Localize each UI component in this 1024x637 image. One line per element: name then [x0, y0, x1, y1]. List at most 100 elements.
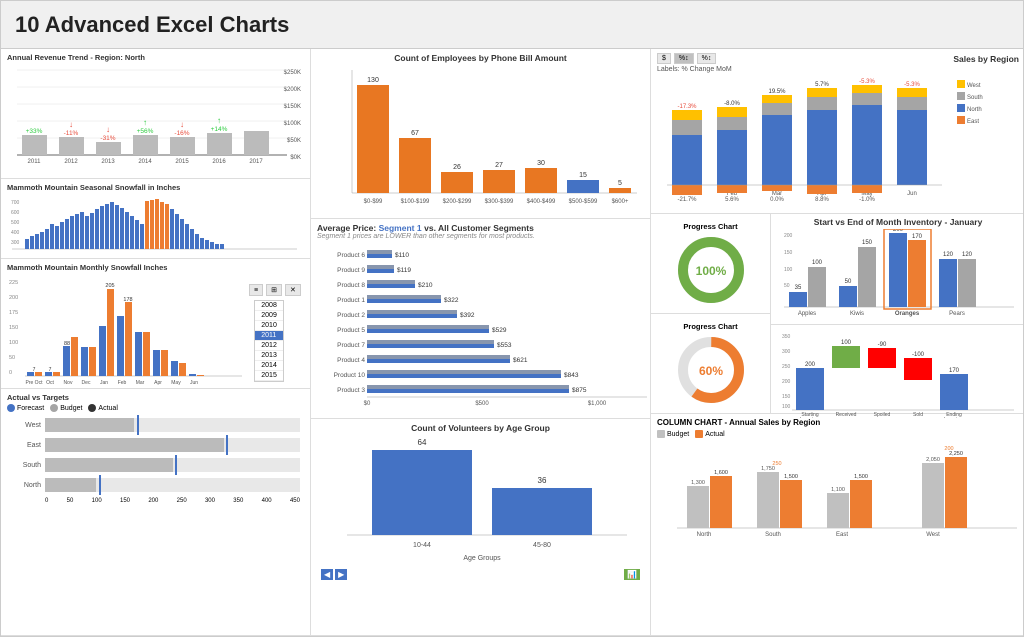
svg-text:$210: $210: [418, 282, 433, 289]
year-2009[interactable]: 2009: [255, 311, 283, 321]
svg-text:200: 200: [782, 379, 791, 385]
avg-price-panel: Average Price: Segment 1 vs. All Custome…: [311, 219, 650, 419]
year-selector[interactable]: ≡ ⊞ ✕ 2008 2009 2010 2011 2012 2013 2014: [249, 284, 302, 298]
year-2010[interactable]: 2010: [255, 321, 283, 331]
svg-text:178: 178: [123, 297, 132, 303]
svg-text:Jun: Jun: [907, 191, 917, 197]
svg-text:50: 50: [845, 279, 852, 285]
snowfall-monthly-svg: 225 200 175 150 100 50 0 Pre Oct: [7, 274, 247, 389]
svg-text:0: 0: [9, 370, 12, 376]
sales-tabs[interactable]: $ %↕ %↕: [657, 53, 717, 64]
year-2015[interactable]: 2015: [255, 371, 283, 381]
svg-text:-31%: -31%: [100, 135, 115, 142]
svg-text:30: 30: [537, 160, 545, 167]
svg-text:$621: $621: [513, 357, 528, 364]
svg-text:2016: 2016: [212, 159, 226, 165]
inventory-svg: 35 100 Apples 50 150 Kiwis: [774, 229, 1022, 319]
svg-text:120: 120: [943, 252, 954, 258]
avg-price-svg: Product 6 $110 Product 9 $119 Product 8 …: [317, 242, 647, 410]
svg-text:-17.3%: -17.3%: [677, 104, 697, 110]
svg-text:$250K: $250K: [284, 70, 301, 76]
svg-text:0.0%: 0.0%: [770, 197, 784, 203]
waterfall-svg: 350 300 250 200 150 100 200 Starting Inv…: [774, 328, 1022, 418]
main-grid: Annual Revenue Trend - Region: North $25…: [1, 49, 1023, 636]
svg-text:300: 300: [11, 240, 20, 246]
percent-tab[interactable]: %↕: [674, 53, 694, 64]
percentmom-tab[interactable]: %↕: [697, 53, 717, 64]
svg-text:↓: ↓: [69, 120, 73, 129]
year-2014[interactable]: 2014: [255, 361, 283, 371]
progress1-title: Progress Chart: [683, 222, 737, 231]
legend-forecast: Forecast: [7, 404, 44, 412]
svg-text:2011: 2011: [28, 159, 42, 165]
budget-dot: [50, 404, 58, 412]
west-bar: [45, 418, 134, 432]
employees-svg: 130 $0-$99 67 $100-$199 26 $200-$299 27 …: [317, 65, 647, 213]
svg-text:50: 50: [9, 355, 15, 361]
svg-text:North: North: [967, 107, 982, 113]
svg-text:-90: -90: [878, 342, 887, 348]
progress1-panel: Progress Chart 100%: [651, 214, 770, 314]
south-forecast: [175, 455, 177, 475]
svg-text:Pears: Pears: [949, 311, 965, 317]
column-chart-panel: COLUMN CHART - Annual Sales by Region Bu…: [651, 414, 1023, 636]
progress2-title: Progress Chart: [683, 322, 737, 331]
hbar-east: East: [11, 438, 300, 452]
year-2013[interactable]: 2013: [255, 351, 283, 361]
svg-text:7: 7: [33, 367, 36, 373]
svg-text:1,300: 1,300: [691, 480, 705, 486]
svg-text:Apples: Apples: [798, 311, 816, 317]
year-list[interactable]: 2008 2009 2010 2011 2012 2013 2014 2015: [254, 300, 284, 382]
snowfall-seasonal-title: Mammoth Mountain Seasonal Snowfall in In…: [7, 183, 304, 192]
svg-text:$200-$299: $200-$299: [443, 199, 472, 205]
actual-label: Actual: [98, 405, 117, 412]
svg-text:2015: 2015: [175, 159, 189, 165]
svg-text:$500-$599: $500-$599: [569, 199, 598, 205]
svg-text:East: East: [967, 119, 979, 125]
nav-prev[interactable]: ◀: [321, 569, 333, 580]
sort-btn[interactable]: ⊞: [266, 284, 282, 296]
svg-text:Product 1: Product 1: [337, 297, 365, 304]
progress2-donut: 60%: [676, 335, 746, 405]
svg-text:5.6%: 5.6%: [725, 197, 739, 203]
clear-btn[interactable]: ✕: [285, 284, 301, 296]
svg-text:1,600: 1,600: [714, 470, 728, 476]
svg-text:500: 500: [11, 220, 20, 226]
actual-targets-title: Actual vs Targets: [7, 393, 304, 402]
dollar-tab[interactable]: $: [657, 53, 671, 64]
hbar-north: North: [11, 478, 300, 492]
snowfall-seasonal-panel: Mammoth Mountain Seasonal Snowfall in In…: [1, 179, 310, 259]
inventory-charts: Start vs End of Month Inventory - Januar…: [771, 214, 1023, 413]
svg-text:60%: 60%: [698, 364, 722, 378]
x400: 400: [262, 498, 272, 504]
west-label: West: [11, 422, 41, 429]
svg-text:$0-$99: $0-$99: [364, 199, 383, 205]
svg-text:64: 64: [418, 438, 427, 447]
svg-text:Product 7: Product 7: [337, 342, 365, 349]
svg-text:100: 100: [9, 340, 18, 346]
south-bar: [45, 458, 173, 472]
snowfall-seasonal-svg: 700 600 500 400 300: [7, 194, 305, 256]
x100: 100: [92, 498, 102, 504]
hbar-west: West: [11, 418, 300, 432]
legend-budget-col: Budget: [657, 430, 689, 438]
nav-left[interactable]: ◀ ▶: [321, 569, 347, 580]
filter-btn[interactable]: ≡: [249, 284, 263, 296]
svg-text:Jun: Jun: [190, 380, 198, 386]
column-chart-header: COLUMN CHART - Annual Sales by Region: [657, 418, 1019, 427]
nav-play[interactable]: ▶: [335, 569, 347, 580]
employees-title: Count of Employees by Phone Bill Amount: [317, 53, 644, 63]
waterfall-panel: 350 300 250 200 150 100 200 Starting Inv…: [771, 325, 1023, 423]
year-2008[interactable]: 2008: [255, 301, 283, 311]
column-chart-svg: 1,300 1,600 North 1,750 1,500 250 South …: [657, 440, 1023, 550]
svg-text:120: 120: [962, 252, 973, 258]
year-2011[interactable]: 2011: [255, 331, 283, 341]
svg-text:Mar: Mar: [136, 380, 145, 386]
progress2-panel: Progress Chart 60%: [651, 314, 770, 413]
svg-text:Product 9: Product 9: [337, 267, 365, 274]
nav-chart[interactable]: 📊: [624, 569, 640, 580]
svg-text:27: 27: [495, 162, 503, 169]
year-2012[interactable]: 2012: [255, 341, 283, 351]
svg-text:-1.0%: -1.0%: [859, 197, 875, 203]
budget-col-label: Budget: [667, 431, 689, 438]
